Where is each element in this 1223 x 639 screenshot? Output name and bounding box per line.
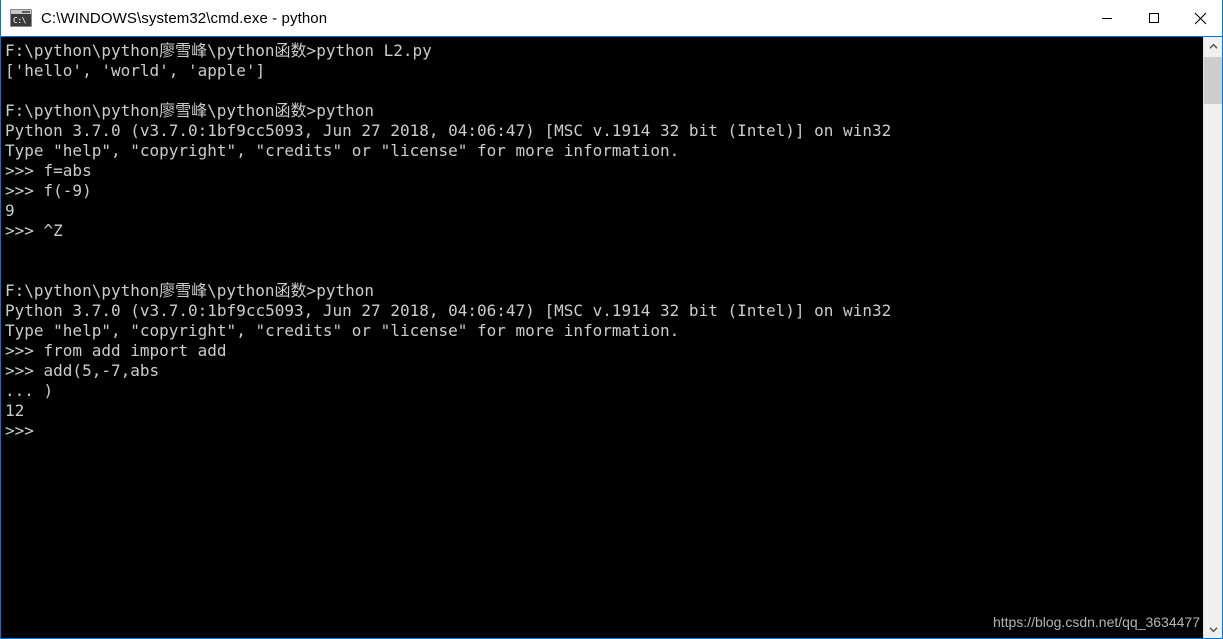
title-bar[interactable]: C:\ C:\WINDOWS\system32\cmd.exe - python [1, 0, 1222, 37]
console-line: >>> ^Z [5, 221, 63, 240]
window-controls [1083, 0, 1222, 36]
console-line: >>> add(5,-7,abs [5, 361, 160, 380]
scrollbar-thumb[interactable] [1204, 57, 1222, 104]
scroll-down-arrow-icon[interactable] [1204, 620, 1222, 638]
console-line: Type "help", "copyright", "credits" or "… [5, 141, 680, 160]
console-text: F:\python\python廖雪峰\python函数>python L2.p… [5, 41, 1203, 441]
console-line: Type "help", "copyright", "credits" or "… [5, 321, 680, 340]
console-line: F:\python\python廖雪峰\python函数>python [5, 101, 374, 120]
console-line: Python 3.7.0 (v3.7.0:1bf9cc5093, Jun 27 … [5, 301, 892, 320]
console-line: ... ) [5, 381, 54, 400]
window-title: C:\WINDOWS\system32\cmd.exe - python [41, 9, 328, 27]
close-button[interactable] [1177, 0, 1222, 36]
cmd-window: C:\ C:\WINDOWS\system32\cmd.exe - python [0, 0, 1223, 639]
console-line: >>> from add import add [5, 341, 227, 360]
console-line: F:\python\python廖雪峰\python函数>python L2.p… [5, 41, 432, 60]
cmd-icon-buttons [22, 11, 30, 13]
console-output-area[interactable]: F:\python\python廖雪峰\python函数>python L2.p… [1, 37, 1203, 638]
watermark-url: https://blog.csdn.net/qq_3634477 [992, 614, 1200, 630]
minimize-button[interactable] [1083, 0, 1130, 36]
console-line: Python 3.7.0 (v3.7.0:1bf9cc5093, Jun 27 … [5, 121, 892, 140]
console-line: >>> f(-9) [5, 181, 92, 200]
console-line: 9 [5, 201, 15, 220]
console-line: ['hello', 'world', 'apple'] [5, 61, 266, 80]
maximize-button[interactable] [1130, 0, 1177, 36]
vertical-scrollbar[interactable] [1203, 37, 1222, 638]
console-line: >>> [5, 421, 34, 440]
console-line: >>> f=abs [5, 161, 92, 180]
console-line: F:\python\python廖雪峰\python函数>python [5, 281, 374, 300]
cmd-console-icon: C:\ [10, 9, 32, 27]
cmd-icon-prompt-text: C:\ [13, 16, 26, 25]
console-line: 12 [5, 401, 25, 420]
scroll-up-arrow-icon[interactable] [1204, 37, 1222, 55]
